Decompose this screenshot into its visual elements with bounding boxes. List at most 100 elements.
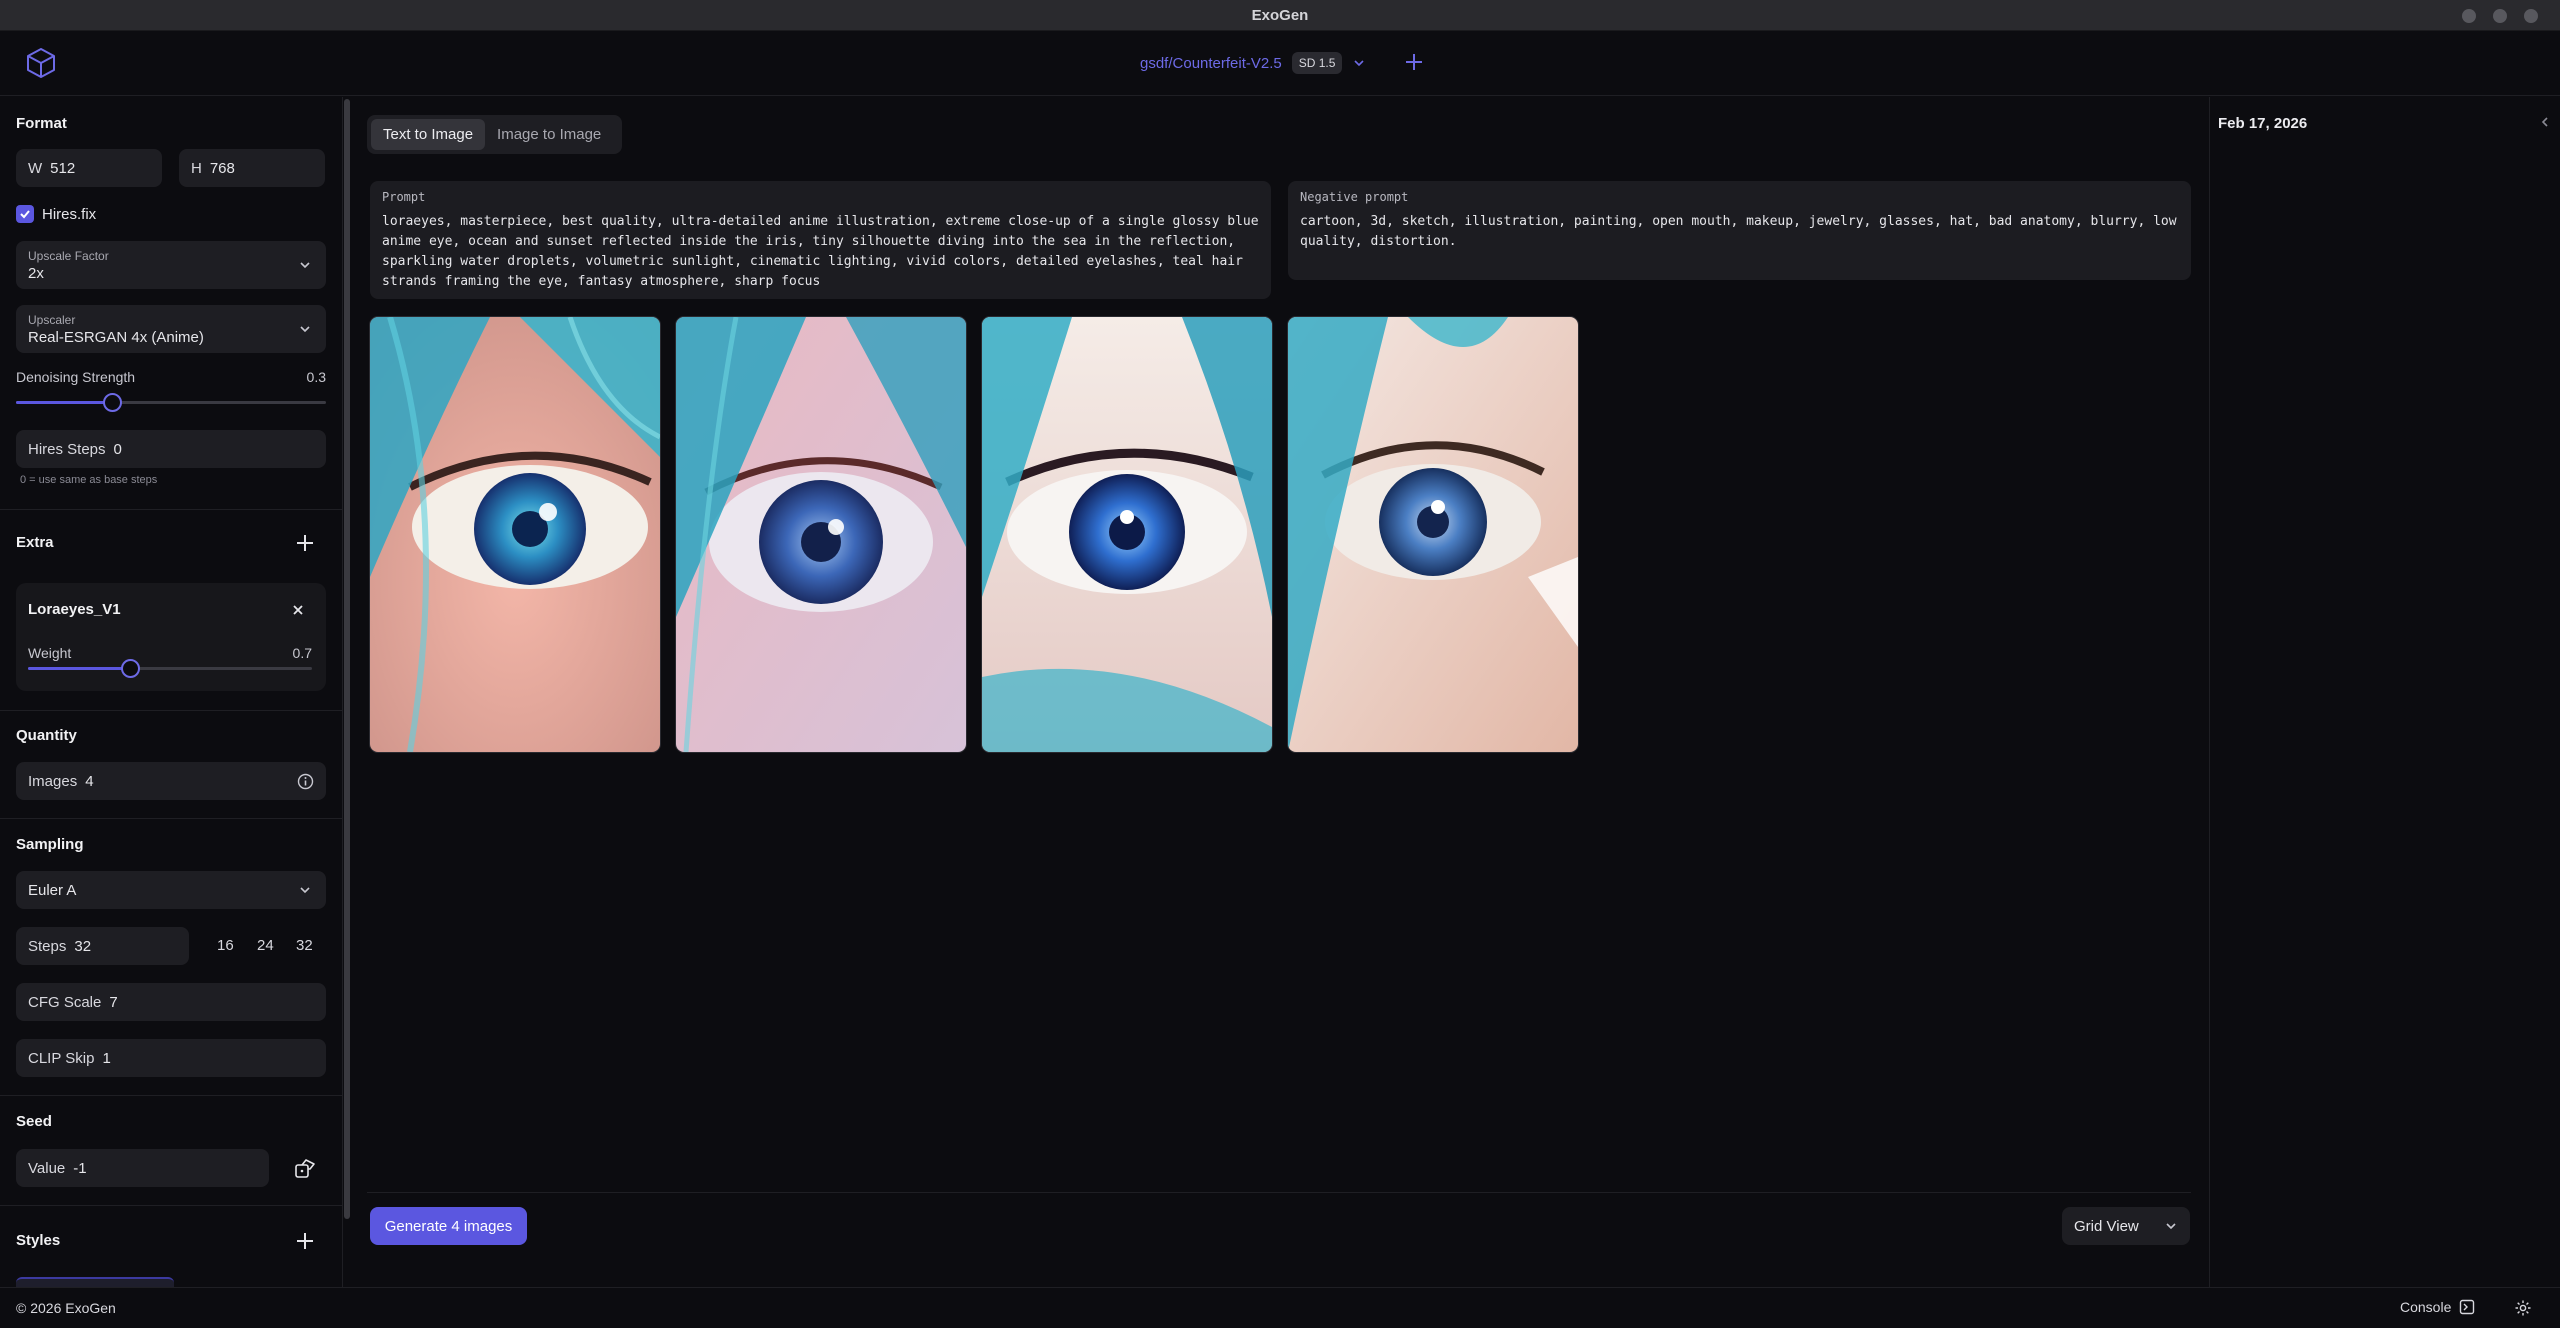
upscale-factor-label: Upscale Factor <box>28 248 109 263</box>
steps-label: Steps <box>28 937 67 955</box>
negative-prompt-label: Negative prompt <box>1300 190 1409 204</box>
cfg-scale-label: CFG Scale <box>28 993 102 1011</box>
close-button[interactable] <box>2524 9 2538 23</box>
close-icon[interactable] <box>292 604 304 616</box>
app-header: gsdf/Counterfeit-V2.5 SD 1.5 <box>0 31 2560 96</box>
hires-steps-hint: 0 = use same as base steps <box>20 474 158 486</box>
anime-eye-image <box>1288 317 1578 752</box>
sampling-section-title: Sampling <box>16 836 84 853</box>
copyright-text: © 2026 ExoGen <box>16 1300 116 1316</box>
chevron-down-icon <box>2166 1223 2176 1230</box>
section-divider <box>0 1095 342 1096</box>
width-field[interactable]: W 512 <box>16 149 162 187</box>
sidebar-scrollbar[interactable] <box>343 97 352 1219</box>
width-label: W <box>28 159 43 177</box>
sidebar-scrollbar-thumb[interactable] <box>344 99 350 1219</box>
mode-tabs: Text to Image Image to Image <box>367 115 622 154</box>
clip-skip-value[interactable]: 1 <box>102 1050 110 1067</box>
maximize-button[interactable] <box>2493 9 2507 23</box>
seed-value-label: Value <box>28 1159 66 1177</box>
steps-value[interactable]: 32 <box>74 938 91 955</box>
seed-field[interactable]: Value -1 <box>16 1149 269 1187</box>
steps-preset-32[interactable]: 32 <box>296 937 313 954</box>
images-count-field[interactable]: Images 4 <box>16 762 326 800</box>
lora-weight-slider[interactable] <box>28 659 312 678</box>
format-section-title: Format <box>16 115 67 132</box>
chevron-down-icon <box>300 887 310 894</box>
prompt-text[interactable]: loraeyes, masterpiece, best quality, ult… <box>382 212 1259 292</box>
chevron-down-icon[interactable] <box>1352 56 1366 70</box>
hires-fix-label[interactable]: Hires.fix <box>42 206 96 223</box>
tab-image-to-image[interactable]: Image to Image <box>485 119 613 150</box>
hires-steps-label: Hires Steps <box>28 440 106 458</box>
hires-steps-field[interactable]: Hires Steps 0 <box>16 430 326 468</box>
generated-image[interactable] <box>676 317 966 752</box>
info-icon[interactable] <box>297 773 314 790</box>
height-label: H <box>191 159 202 177</box>
steps-preset-16[interactable]: 16 <box>217 937 234 954</box>
view-mode-select[interactable]: Grid View <box>2062 1207 2190 1245</box>
section-divider <box>0 818 342 819</box>
tab-text-to-image[interactable]: Text to Image <box>371 119 486 150</box>
lora-weight-value: 0.7 <box>292 645 312 661</box>
model-version-badge: SD 1.5 <box>1291 52 1343 74</box>
upscaler-select[interactable]: Upscaler Real-ESRGAN 4x (Anime) <box>16 305 326 353</box>
generate-button[interactable]: Generate 4 images <box>370 1207 527 1245</box>
cfg-scale-field[interactable]: CFG Scale 7 <box>16 983 326 1021</box>
hires-steps-value[interactable]: 0 <box>114 441 122 458</box>
generated-image[interactable] <box>982 317 1272 752</box>
model-name[interactable]: gsdf/Counterfeit-V2.5 <box>1140 55 1282 72</box>
upscaler-value: Real-ESRGAN 4x (Anime) <box>28 328 204 346</box>
app-footer: © 2026 ExoGen Console <box>0 1287 2560 1328</box>
chevron-down-icon <box>300 326 310 333</box>
denoising-slider-fill <box>16 401 113 404</box>
steps-field[interactable]: Steps 32 <box>16 927 189 965</box>
styles-section-title: Styles <box>16 1232 61 1249</box>
width-value[interactable]: 512 <box>50 160 75 177</box>
add-style-icon[interactable] <box>295 1231 315 1251</box>
denoising-value: 0.3 <box>306 369 326 385</box>
height-value[interactable]: 768 <box>210 160 235 177</box>
clip-skip-field[interactable]: CLIP Skip 1 <box>16 1039 326 1077</box>
generated-image[interactable] <box>370 317 660 752</box>
prompt-box[interactable]: Prompt loraeyes, masterpiece, best quali… <box>370 181 1271 299</box>
window-titlebar: ExoGen <box>0 0 2560 31</box>
images-value[interactable]: 4 <box>85 773 93 790</box>
dice-icon[interactable] <box>293 1157 317 1181</box>
section-divider <box>0 710 342 711</box>
steps-preset-24[interactable]: 24 <box>257 937 274 954</box>
upscale-factor-value: 2x <box>28 264 44 282</box>
prompt-label: Prompt <box>382 190 426 204</box>
negative-prompt-text[interactable]: cartoon, 3d, sketch, illustration, paint… <box>1300 212 2179 252</box>
height-field[interactable]: H 768 <box>179 149 325 187</box>
denoising-slider-handle[interactable] <box>103 393 122 412</box>
sampler-select[interactable]: Euler A <box>16 871 326 909</box>
history-panel: Feb 17, 2026 <box>2209 97 2560 1287</box>
denoising-slider[interactable] <box>16 393 326 412</box>
lora-weight-slider-handle[interactable] <box>121 659 140 678</box>
window-title: ExoGen <box>1251 6 1309 24</box>
model-selector[interactable]: gsdf/Counterfeit-V2.5 SD 1.5 <box>1140 48 1366 78</box>
console-label: Console <box>2400 1299 2452 1315</box>
denoising-label: Denoising Strength <box>16 369 136 385</box>
add-model-icon[interactable] <box>1402 50 1426 74</box>
gear-icon[interactable] <box>2514 1299 2532 1317</box>
style-chip[interactable] <box>16 1277 174 1287</box>
images-label: Images <box>28 772 78 790</box>
console-button[interactable]: Console <box>2400 1299 2475 1315</box>
cfg-scale-value[interactable]: 7 <box>109 994 117 1011</box>
minimize-button[interactable] <box>2462 9 2476 23</box>
generated-image[interactable] <box>1288 317 1578 752</box>
upscale-factor-select[interactable]: Upscale Factor 2x <box>16 241 326 289</box>
anime-eye-image <box>676 317 966 752</box>
section-divider <box>0 1205 342 1206</box>
anime-eye-image <box>370 317 660 752</box>
seed-value[interactable]: -1 <box>73 1160 86 1177</box>
negative-prompt-box[interactable]: Negative prompt cartoon, 3d, sketch, ill… <box>1288 181 2191 280</box>
cube-logo-icon[interactable] <box>24 46 58 80</box>
hires-fix-checkbox[interactable] <box>16 205 34 223</box>
chevron-left-icon[interactable] <box>2538 115 2552 129</box>
checkmark-icon <box>20 210 30 219</box>
add-extra-icon[interactable] <box>295 533 315 553</box>
terminal-icon <box>2460 1299 2475 1315</box>
